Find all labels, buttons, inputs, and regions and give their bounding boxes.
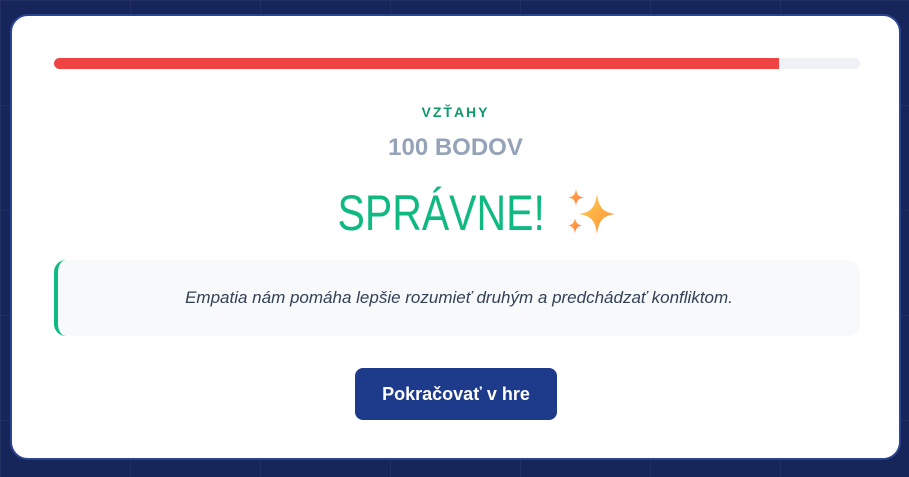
board-values-backdrop bbox=[0, 463, 909, 477]
timer-progress-fill bbox=[54, 58, 780, 69]
continue-button[interactable]: Pokračovať v hre bbox=[355, 368, 557, 420]
answer-result-modal: VZŤAHY 100 BODOV SPRÁVNE! Empatia nám po… bbox=[10, 14, 901, 460]
timer-progress-bar bbox=[54, 58, 860, 69]
question-category: VZŤAHY bbox=[421, 104, 490, 120]
sparkles-icon bbox=[563, 186, 619, 240]
result-title: SPRÁVNE! bbox=[337, 185, 545, 241]
question-points: 100 BODOV bbox=[388, 134, 523, 161]
explanation-text: Empatia nám pomáha lepšie rozumieť druhý… bbox=[185, 288, 733, 307]
explanation-box: Empatia nám pomáha lepšie rozumieť druhý… bbox=[54, 260, 860, 336]
result-heading: SPRÁVNE! bbox=[12, 184, 899, 242]
